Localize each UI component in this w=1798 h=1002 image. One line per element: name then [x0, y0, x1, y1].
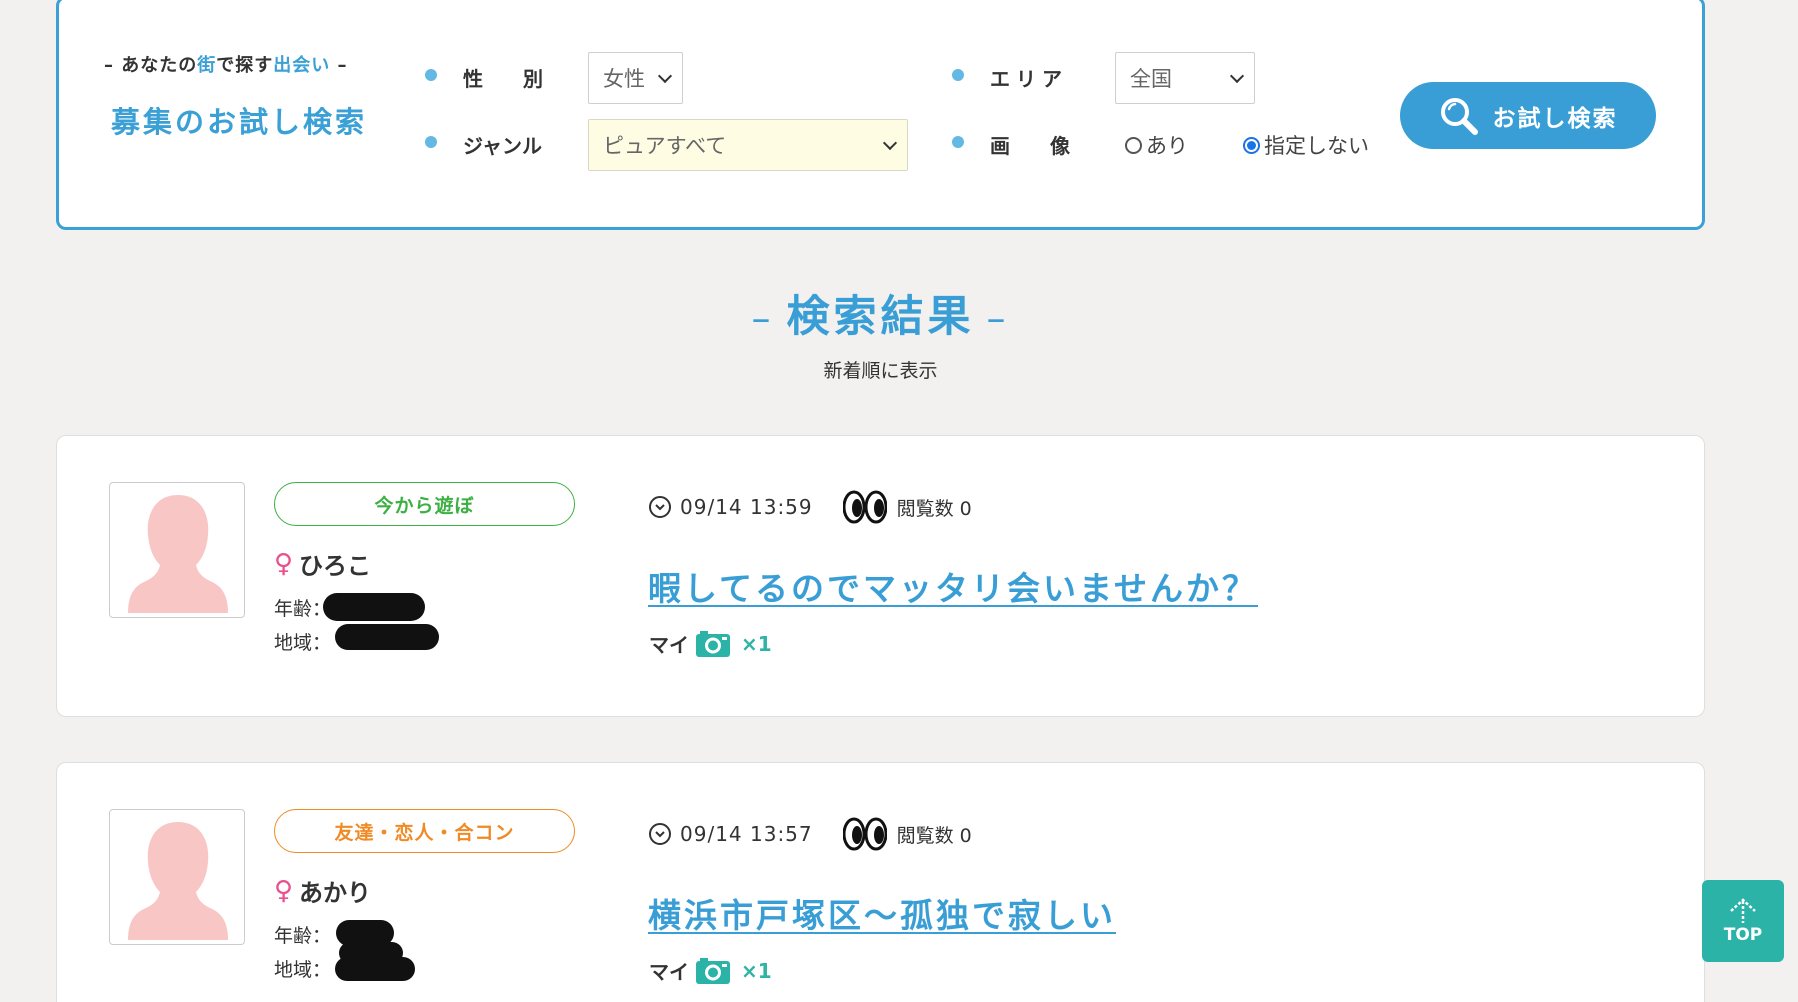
radio-label: 指定しない [1264, 134, 1369, 158]
search-button-label: お試し検索 [1492, 105, 1618, 132]
redaction-mark [335, 624, 439, 650]
camera-icon [696, 630, 730, 657]
bullet-dot [952, 69, 964, 81]
panel-title: 募集のお試し検索 [111, 105, 368, 139]
catch-part-highlight: 街 [197, 55, 217, 76]
redaction-mark [335, 957, 415, 981]
view-count: 閲覧数 0 [896, 824, 972, 847]
catch-part: – あなたの [104, 55, 198, 76]
female-icon: ♀ [274, 875, 294, 906]
area-select[interactable]: 全国 [1115, 52, 1255, 104]
camera-icon [696, 957, 730, 984]
search-icon [1440, 97, 1478, 135]
post-meta: 09/14 13:57 閲覧数 0 [648, 817, 972, 851]
photo-owner-label: マイ [649, 633, 689, 657]
radio-button-checked[interactable] [1243, 136, 1260, 154]
photo-info: マイ ×1 [649, 629, 772, 658]
radio-label: あり [1146, 134, 1188, 158]
heading-dash: – [751, 296, 775, 340]
genre-tag[interactable]: 友達・恋人・合コン [274, 809, 575, 853]
clock-icon [649, 823, 671, 845]
clock-icon [649, 496, 671, 518]
bullet-dot [425, 136, 437, 148]
image-radio-yes[interactable]: あり [1125, 130, 1188, 160]
photo-count: ×1 [741, 631, 772, 656]
post-meta: 09/14 13:59 閲覧数 0 [648, 490, 972, 524]
genre-tag[interactable]: 今から遊ぼ [274, 482, 575, 526]
genre-label: ジャンル [463, 134, 542, 158]
gender-select[interactable]: 女性 [588, 52, 683, 104]
age-label: 年齢： [274, 925, 332, 947]
chevron-down-icon [882, 135, 898, 151]
post-datetime: 09/14 13:59 [680, 495, 813, 519]
genre-select-value: ピュアすべて [603, 134, 727, 158]
catch-part-highlight: 出会い [273, 55, 331, 76]
female-avatar-icon [128, 822, 228, 940]
bullet-dot [425, 69, 437, 81]
photo-count: ×1 [741, 958, 772, 983]
chevron-down-icon [657, 68, 673, 84]
top-button-label: TOP [1723, 925, 1763, 945]
area-label: エリア [990, 67, 1068, 91]
photo-info: マイ ×1 [649, 956, 772, 985]
redaction-mark [323, 593, 425, 621]
image-radio-any[interactable]: 指定しない [1243, 130, 1369, 160]
catch-part: – [330, 55, 348, 76]
view-count: 閲覧数 0 [896, 497, 972, 520]
area-label: 地域： [274, 632, 332, 654]
photo-owner-label: マイ [649, 960, 689, 984]
avatar[interactable] [109, 482, 245, 618]
poster-name-text: ひろこ [299, 552, 372, 580]
post-datetime: 09/14 13:57 [680, 822, 813, 846]
area-select-value: 全国 [1130, 67, 1172, 91]
arrow-up-icon [1730, 898, 1756, 923]
sort-note: 新着順に表示 [823, 360, 938, 382]
results-heading-text: 検索結果 [786, 292, 975, 342]
radio-button[interactable] [1125, 136, 1142, 154]
poster-name: ♀ ひろこ [274, 546, 371, 581]
trial-search-panel: – あなたの街で探す出会い – 募集のお試し検索 性 別 女性 ジャンル ピュア… [56, 0, 1705, 230]
catch-copy: – あなたの街で探す出会い – [104, 51, 354, 77]
gender-select-value: 女性 [603, 67, 645, 91]
chevron-down-icon [1229, 68, 1245, 84]
female-icon: ♀ [274, 548, 294, 579]
female-avatar-icon [128, 495, 228, 613]
area-label: 地域： [274, 959, 332, 981]
post-title-link[interactable]: 横浜市戸塚区～孤独で寂しい [648, 889, 1116, 937]
post-title-link[interactable]: 暇してるのでマッタリ会いませんか？ [648, 562, 1258, 610]
post-card: 友達・恋人・合コン ♀ あかり 年齢： 地域： 09/14 13:57 閲覧数 … [56, 762, 1705, 1002]
results-heading: – 検索結果 – [0, 282, 1761, 344]
gender-label: 性 別 [463, 67, 543, 91]
back-to-top-button[interactable]: TOP [1702, 880, 1784, 962]
poster-name-text: あかり [299, 879, 372, 907]
catch-part: で探す [216, 55, 274, 76]
trial-search-button[interactable]: お試し検索 [1400, 82, 1656, 149]
genre-select[interactable]: ピュアすべて [588, 119, 908, 171]
heading-dash: – [986, 296, 1010, 340]
poster-name: ♀ あかり [274, 873, 371, 908]
image-label: 画 像 [990, 134, 1070, 158]
eyes-icon [842, 490, 887, 524]
avatar[interactable] [109, 809, 245, 945]
page: – あなたの街で探す出会い – 募集のお試し検索 性 別 女性 ジャンル ピュア… [0, 0, 1798, 1002]
bullet-dot [952, 136, 964, 148]
eyes-icon [842, 817, 887, 851]
post-card: 今から遊ぼ ♀ ひろこ 年齢： 地域： 09/14 13:59 閲覧数 0 暇し… [56, 435, 1705, 717]
